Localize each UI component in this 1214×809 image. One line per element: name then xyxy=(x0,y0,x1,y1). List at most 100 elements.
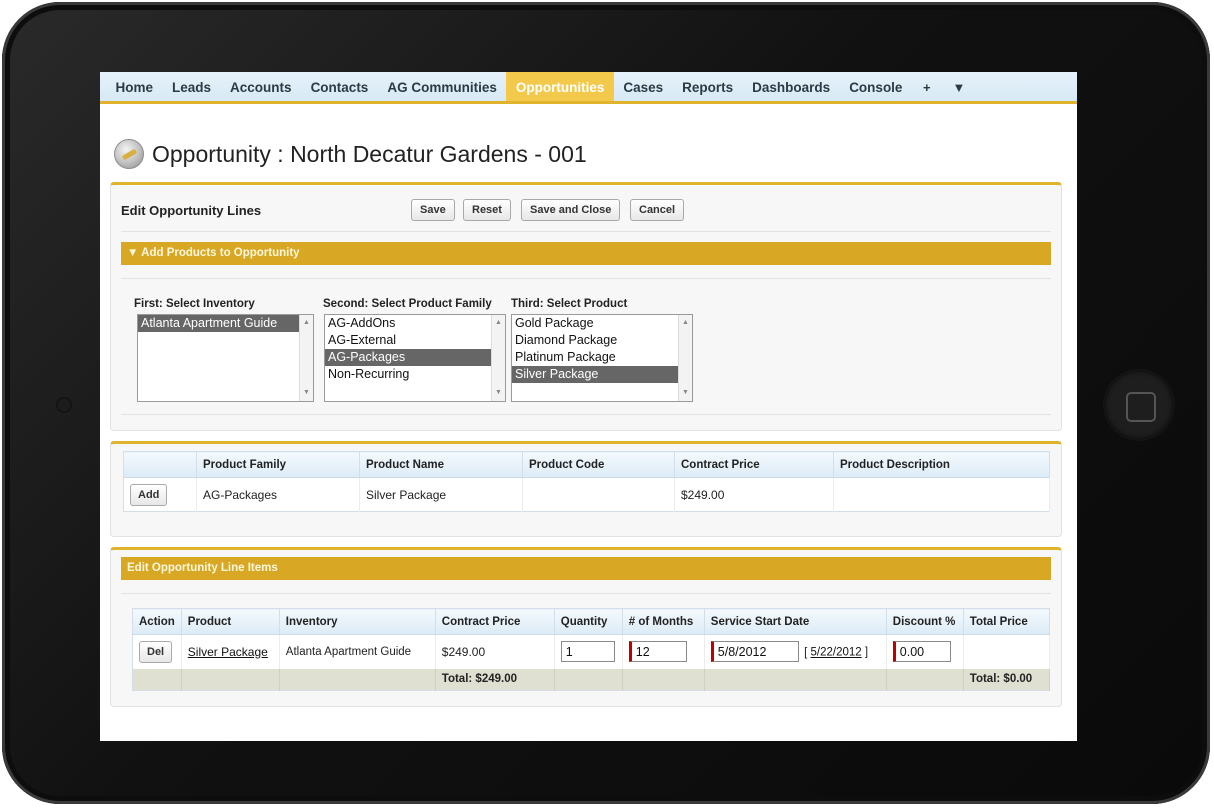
tab-accounts[interactable]: Accounts xyxy=(221,72,302,101)
action-cell: Add xyxy=(123,477,197,512)
page-header: Opportunity : North Decatur Gardens - 00… xyxy=(114,138,587,170)
column-header: Action xyxy=(132,608,182,635)
cancel-button[interactable]: Cancel xyxy=(630,199,685,221)
plus-icon[interactable]: + xyxy=(912,72,942,101)
tab-opportunities[interactable]: Opportunities xyxy=(506,72,614,101)
totals-cell xyxy=(554,668,623,691)
column-header: Discount % xyxy=(886,608,964,635)
tab-home[interactable]: Home xyxy=(106,72,163,101)
list-option[interactable]: AG-AddOns xyxy=(325,315,505,332)
list-option[interactable]: Non-Recurring xyxy=(325,366,505,383)
months-input[interactable] xyxy=(628,641,687,663)
inventory-label: First: Select Inventory xyxy=(134,298,255,310)
divider xyxy=(121,231,1051,232)
scroll-up-icon[interactable]: ▲ xyxy=(300,317,313,329)
product-family-cell: AG-Packages xyxy=(196,477,360,512)
list-option[interactable]: AG-Packages xyxy=(325,349,505,366)
totals-cell xyxy=(886,668,964,691)
product-link[interactable]: Silver Package xyxy=(188,645,268,659)
column-header: Total Price xyxy=(963,608,1051,635)
add-products-section-header[interactable]: ▼ Add Products to Opportunity xyxy=(121,242,1051,265)
inventory-listbox[interactable]: Atlanta Apartment Guide ▲ ▼ xyxy=(137,314,314,402)
totals-cell xyxy=(704,668,887,691)
product-label: Third: Select Product xyxy=(511,298,628,310)
tab-console[interactable]: Console xyxy=(840,72,912,101)
screen: Home Leads Accounts Contacts AG Communit… xyxy=(100,72,1077,741)
scrollbar[interactable]: ▲ ▼ xyxy=(299,315,313,401)
line-items-block: Edit Opportunity Line Items Action Produ… xyxy=(110,547,1062,707)
tab-leads[interactable]: Leads xyxy=(163,72,221,101)
page-title: Opportunity : North Decatur Gardens - 00… xyxy=(152,140,587,167)
inventory-cell: Atlanta Apartment Guide xyxy=(279,634,436,669)
column-header xyxy=(123,451,197,478)
months-cell xyxy=(622,634,705,669)
column-header: Inventory xyxy=(279,608,436,635)
column-header: Product Code xyxy=(522,451,675,478)
scrollbar[interactable]: ▲ ▼ xyxy=(678,315,692,401)
list-option[interactable]: AG-External xyxy=(325,332,505,349)
scroll-down-icon[interactable]: ▼ xyxy=(300,387,313,399)
edit-lines-block: Edit Opportunity Lines Save Reset Save a… xyxy=(110,182,1062,431)
price-total: Total: $249.00 xyxy=(435,668,555,691)
line-items-section-header: Edit Opportunity Line Items xyxy=(121,557,1051,580)
discount-input[interactable] xyxy=(892,641,951,663)
date-link-bracket: ] xyxy=(861,646,869,659)
tab-cases[interactable]: Cases xyxy=(614,72,673,101)
list-option[interactable]: Silver Package xyxy=(512,366,692,383)
column-header: Contract Price xyxy=(674,451,834,478)
product-code-cell xyxy=(522,477,675,512)
column-header: # of Months xyxy=(622,608,705,635)
product-listbox[interactable]: Gold Package Diamond Package Platinum Pa… xyxy=(511,314,693,402)
tab-contacts[interactable]: Contacts xyxy=(301,72,378,101)
quantity-input[interactable] xyxy=(560,641,615,663)
divider xyxy=(121,414,1051,415)
chevron-down-icon[interactable]: ▼ xyxy=(942,72,977,101)
product-cell: Silver Package xyxy=(181,634,280,669)
product-results-block: Product Family Product Name Product Code… xyxy=(110,441,1062,537)
save-button[interactable]: Save xyxy=(411,199,455,221)
totals-row: Total: $249.00 Total: $0.00 xyxy=(132,668,1051,691)
scroll-down-icon[interactable]: ▼ xyxy=(492,387,505,399)
home-button[interactable] xyxy=(1104,370,1174,440)
scroll-up-icon[interactable]: ▲ xyxy=(679,317,692,329)
total-price-cell xyxy=(963,634,1051,669)
family-label: Second: Select Product Family xyxy=(323,298,492,310)
camera-icon xyxy=(56,397,72,413)
today-date-link[interactable]: 5/22/2012 xyxy=(811,647,862,659)
list-option[interactable]: Gold Package xyxy=(512,315,692,332)
action-cell: Del xyxy=(132,634,182,669)
save-and-close-button[interactable]: Save and Close xyxy=(521,199,621,221)
table-header-row: Product Family Product Name Product Code… xyxy=(123,451,1050,478)
contract-price-cell: $249.00 xyxy=(674,477,834,512)
scroll-up-icon[interactable]: ▲ xyxy=(492,317,505,329)
scrollbar[interactable]: ▲ ▼ xyxy=(491,315,505,401)
reset-button[interactable]: Reset xyxy=(463,199,511,221)
scroll-down-icon[interactable]: ▼ xyxy=(679,387,692,399)
column-header: Product Name xyxy=(359,451,523,478)
start-date-input[interactable] xyxy=(710,641,799,663)
product-name-cell: Silver Package xyxy=(359,477,523,512)
column-header: Product Description xyxy=(833,451,1050,478)
list-option[interactable]: Atlanta Apartment Guide xyxy=(138,315,313,332)
divider xyxy=(121,593,1051,594)
discount-cell xyxy=(886,634,964,669)
edit-lines-title: Edit Opportunity Lines xyxy=(121,203,262,218)
tab-dashboards[interactable]: Dashboards xyxy=(743,72,840,101)
divider xyxy=(121,278,1051,279)
table-row: Del Silver Package Atlanta Apartment Gui… xyxy=(132,634,1051,669)
column-header: Service Start Date xyxy=(704,608,887,635)
totals-cell xyxy=(279,668,436,691)
add-button[interactable]: Add xyxy=(130,483,168,506)
tablet-frame: Home Leads Accounts Contacts AG Communit… xyxy=(2,2,1210,804)
totals-cell xyxy=(622,668,705,691)
list-option[interactable]: Platinum Package xyxy=(512,349,692,366)
product-table: Product Family Product Name Product Code… xyxy=(123,451,1050,512)
start-date-cell: [ 5/22/2012 ] xyxy=(704,634,887,669)
delete-button[interactable]: Del xyxy=(139,640,173,663)
list-option[interactable]: Diamond Package xyxy=(512,332,692,349)
tab-reports[interactable]: Reports xyxy=(673,72,743,101)
column-header: Product xyxy=(181,608,280,635)
tab-ag-communities[interactable]: AG Communities xyxy=(378,72,507,101)
family-listbox[interactable]: AG-AddOns AG-External AG-Packages Non-Re… xyxy=(324,314,506,402)
contract-price-cell: $249.00 xyxy=(435,634,555,669)
